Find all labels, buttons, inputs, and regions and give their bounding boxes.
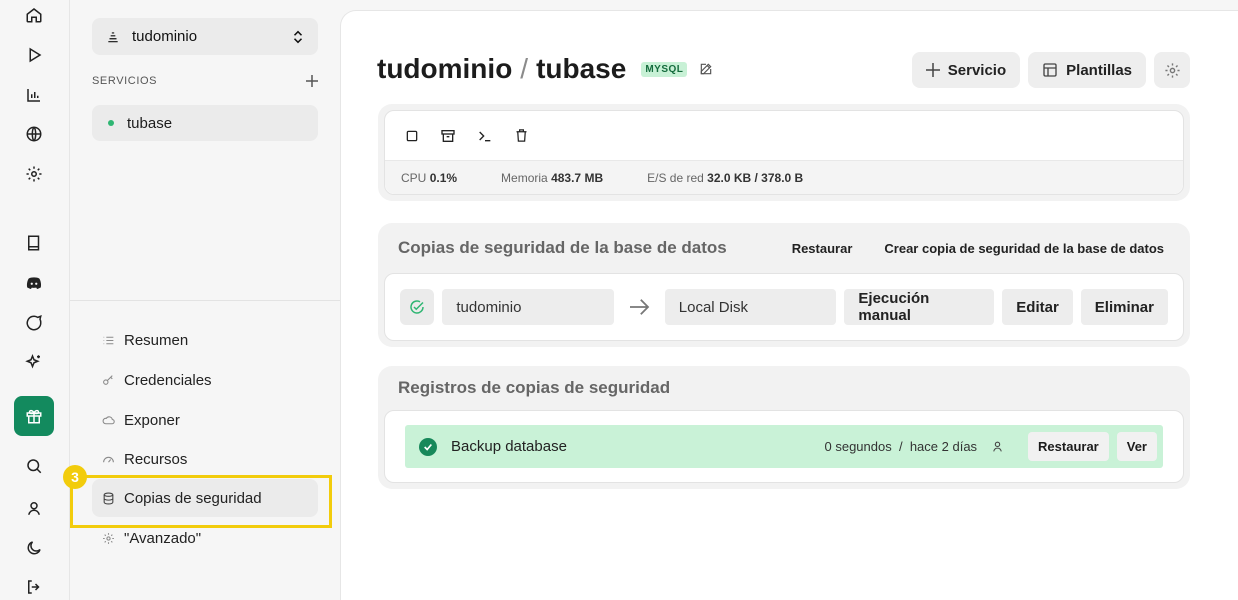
gear-icon[interactable] bbox=[14, 154, 54, 194]
step-badge: 3 bbox=[63, 465, 87, 489]
menu-item-label: "Avanzado" bbox=[124, 529, 202, 547]
backup-row: tudominio Local Disk Ejecución manual Ed… bbox=[385, 274, 1183, 340]
layout-icon bbox=[1042, 62, 1058, 78]
resource-stats: CPU 0.1% Memoria 483.7 MB E/S de red 32.… bbox=[385, 161, 1183, 194]
service-toolbar bbox=[385, 111, 1183, 161]
menu-item-label: Credenciales bbox=[124, 371, 212, 389]
status-dot bbox=[108, 120, 114, 126]
chart-icon[interactable] bbox=[14, 75, 54, 115]
logs-title: Registros de copias de seguridad bbox=[398, 378, 671, 397]
service-item-label: tubase bbox=[127, 114, 173, 132]
discord-icon[interactable] bbox=[14, 263, 54, 303]
edit-icon[interactable] bbox=[699, 62, 713, 76]
backups-header: Copias de seguridad de la base de datos … bbox=[384, 223, 1184, 273]
log-view-button[interactable]: Ver bbox=[1116, 432, 1157, 461]
menu-item-label: Exponer bbox=[124, 411, 180, 429]
log-restore-button[interactable]: Restaurar bbox=[1028, 432, 1109, 461]
chat-icon[interactable] bbox=[14, 303, 54, 343]
log-entry-name: Backup database bbox=[451, 438, 567, 455]
network-stat: E/S de red 32.0 KB / 378.0 B bbox=[647, 170, 804, 185]
menu-item-recursos[interactable]: Recursos bbox=[92, 440, 318, 478]
log-entry: Backup database 0 segundos / hace 2 días… bbox=[405, 425, 1163, 468]
highlight-box bbox=[70, 475, 332, 528]
main-panel: tudominio / tubase MYSQL Servicio Planti… bbox=[340, 10, 1238, 600]
gear-icon bbox=[1164, 62, 1181, 79]
logs-header: Registros de copias de seguridad bbox=[384, 366, 1184, 410]
plus-icon bbox=[925, 63, 940, 77]
globe-icon[interactable] bbox=[14, 114, 54, 154]
menu-item-resumen[interactable]: Resumen bbox=[92, 321, 318, 359]
title-separator: / bbox=[520, 53, 529, 84]
templates-button[interactable]: Plantillas bbox=[1028, 52, 1146, 88]
project-name: tudominio bbox=[132, 28, 198, 45]
service-button-label: Servicio bbox=[947, 61, 1007, 79]
page-title: tudominio / tubase MYSQL bbox=[377, 53, 713, 85]
layers-icon bbox=[106, 30, 120, 44]
memory-stat: Memoria 483.7 MB bbox=[501, 170, 604, 185]
backups-card: Copias de seguridad de la base de datos … bbox=[378, 223, 1190, 347]
services-header: SERVICIOS bbox=[92, 75, 318, 87]
services-label: SERVICIOS bbox=[92, 75, 158, 87]
moon-icon[interactable] bbox=[14, 528, 54, 568]
user-icon[interactable] bbox=[14, 488, 54, 528]
title-service: tubase bbox=[536, 53, 627, 84]
add-service-button[interactable]: Servicio bbox=[911, 52, 1021, 88]
service-control-card: CPU 0.1% Memoria 483.7 MB E/S de red 32.… bbox=[378, 104, 1190, 201]
menu-item-exponer[interactable]: Exponer bbox=[92, 401, 318, 439]
backups-title: Copias de seguridad de la base de datos bbox=[398, 238, 727, 257]
gauge-icon bbox=[102, 452, 116, 466]
create-backup-button[interactable]: Crear copia de seguridad de la base de d… bbox=[884, 241, 1164, 256]
gear-icon bbox=[102, 531, 116, 545]
home-icon[interactable] bbox=[14, 0, 54, 35]
trash-icon[interactable] bbox=[514, 128, 529, 143]
icon-rail bbox=[0, 0, 70, 600]
arrow-right-icon bbox=[626, 298, 653, 316]
log-entry-meta: 0 segundos / hace 2 días bbox=[824, 439, 978, 454]
service-control-inner: CPU 0.1% Memoria 483.7 MB E/S de red 32.… bbox=[384, 110, 1184, 195]
backup-source-field: tudominio bbox=[442, 289, 615, 325]
archive-icon[interactable] bbox=[440, 128, 456, 144]
menu-item-label: Resumen bbox=[124, 331, 189, 349]
menu-item-credenciales[interactable]: Credenciales bbox=[92, 361, 318, 399]
service-sidebar: tudominio SERVICIOS tubase Resumen Crede… bbox=[63, 0, 340, 600]
success-check-icon bbox=[419, 437, 437, 456]
manual-run-button[interactable]: Ejecución manual bbox=[844, 289, 995, 325]
service-item-tubase[interactable]: tubase bbox=[92, 105, 318, 141]
db-type-badge: MYSQL bbox=[641, 61, 688, 77]
project-selector[interactable]: tudominio bbox=[92, 18, 318, 55]
add-service-icon[interactable] bbox=[306, 75, 318, 87]
templates-button-label: Plantillas bbox=[1066, 61, 1132, 79]
stop-icon[interactable] bbox=[405, 129, 419, 143]
book-icon[interactable] bbox=[14, 223, 54, 263]
backup-destination-field: Local Disk bbox=[664, 289, 837, 325]
divider bbox=[70, 300, 340, 301]
restore-backup-button[interactable]: Restaurar bbox=[792, 241, 853, 256]
edit-button[interactable]: Editar bbox=[1002, 289, 1073, 325]
logout-icon[interactable] bbox=[14, 567, 54, 600]
settings-button[interactable] bbox=[1154, 52, 1190, 88]
gift-icon[interactable] bbox=[14, 396, 54, 436]
logs-list: Backup database 0 segundos / hace 2 días… bbox=[384, 410, 1184, 483]
title-project: tudominio bbox=[377, 53, 513, 84]
play-icon[interactable] bbox=[14, 35, 54, 75]
chevron-updown-icon bbox=[292, 30, 304, 44]
cpu-stat: CPU 0.1% bbox=[401, 170, 458, 185]
terminal-icon[interactable] bbox=[477, 128, 493, 144]
header-actions: Servicio Plantillas bbox=[911, 52, 1190, 88]
check-circle-icon bbox=[400, 289, 435, 325]
search-icon[interactable] bbox=[14, 446, 54, 486]
key-icon bbox=[102, 373, 116, 387]
backup-logs-card: Registros de copias de seguridad Backup … bbox=[378, 366, 1190, 489]
delete-button[interactable]: Eliminar bbox=[1080, 289, 1168, 325]
backup-config: tudominio Local Disk Ejecución manual Ed… bbox=[384, 273, 1184, 341]
list-icon bbox=[102, 333, 116, 347]
sparkles-icon[interactable] bbox=[14, 342, 54, 382]
user-icon bbox=[991, 440, 1004, 453]
menu-item-label: Recursos bbox=[124, 450, 188, 468]
cloud-icon bbox=[102, 413, 116, 427]
